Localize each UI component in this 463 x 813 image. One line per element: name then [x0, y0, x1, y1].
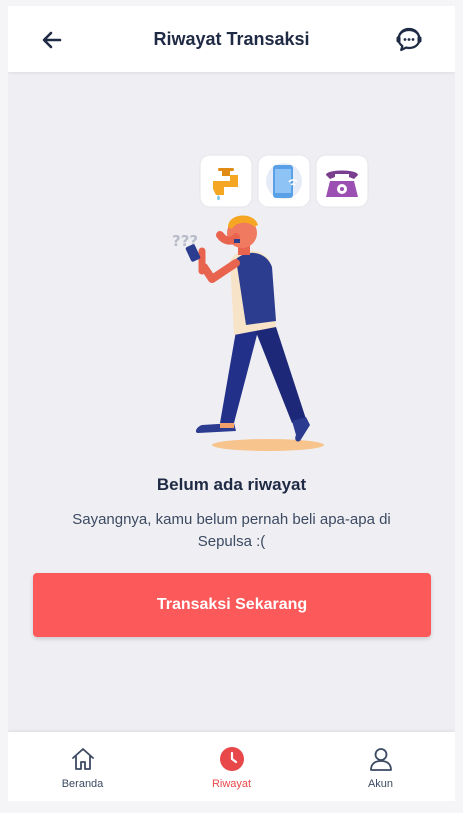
- app-screen: Riwayat Transaksi ??? Belum ada riwayat …: [8, 6, 455, 801]
- nav-label-beranda: Beranda: [61, 778, 104, 790]
- bottom-navigation: Beranda Riwayat Akun: [8, 732, 455, 801]
- chat-support-icon: [396, 27, 422, 52]
- user-icon: [368, 746, 394, 772]
- nav-item-riwayat[interactable]: Riwayat: [157, 732, 306, 801]
- nav-item-beranda[interactable]: Beranda: [8, 732, 157, 801]
- mobile-phone-icon: [257, 154, 311, 208]
- nav-label-riwayat: Riwayat: [211, 778, 252, 790]
- empty-state-title: Belum ada riwayat: [156, 475, 307, 494]
- page-title: Riwayat Transaksi: [153, 29, 310, 49]
- header-bar: Riwayat Transaksi: [8, 6, 455, 72]
- help-button[interactable]: [393, 24, 425, 56]
- empty-state-description: Sayangnya, kamu belum pernah beli apa-ap…: [72, 511, 391, 550]
- water-tap-icon: [199, 154, 253, 208]
- nav-label-akun: Akun: [367, 778, 394, 790]
- home-icon: [70, 746, 96, 772]
- nav-item-akun[interactable]: Akun: [306, 732, 455, 801]
- empty-state-illustration: ???: [172, 154, 369, 451]
- clock-icon: [219, 746, 245, 772]
- transaksi-sekarang-button[interactable]: Transaksi Sekarang: [33, 573, 431, 637]
- telephone-icon: [315, 154, 369, 208]
